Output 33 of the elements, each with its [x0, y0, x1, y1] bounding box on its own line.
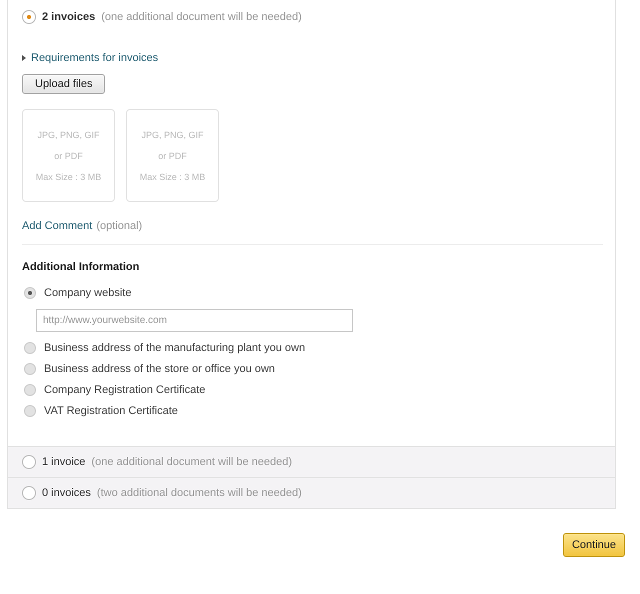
choice-label: Business address of the store or office you own: [44, 363, 275, 375]
upload-hint: JPG, PNG, GIF: [37, 130, 100, 140]
requirements-link[interactable]: Requirements for invoices: [31, 52, 158, 64]
optional-note: (optional): [96, 220, 142, 232]
choice-label: Company website: [44, 287, 132, 299]
radio-button[interactable]: [24, 384, 36, 396]
radio-button[interactable]: [24, 342, 36, 354]
caret-icon: [22, 55, 26, 61]
upload-hint: Max Size : 3 MB: [36, 172, 102, 182]
radio-button[interactable]: [24, 405, 36, 417]
choice-label: VAT Registration Certificate: [44, 405, 178, 417]
upload-hint: Max Size : 3 MB: [140, 172, 206, 182]
radio-button[interactable]: [22, 455, 36, 469]
upload-hint: JPG, PNG, GIF: [141, 130, 204, 140]
upload-hint: or PDF: [158, 150, 187, 160]
radio-button[interactable]: [22, 486, 36, 500]
add-comment-link[interactable]: Add Comment: [22, 220, 92, 232]
website-field[interactable]: http://www.yourwebsite.com: [36, 309, 353, 332]
option-note: (two additional documents will be needed): [96, 487, 302, 499]
option-note: (one additional document will be needed): [101, 11, 302, 23]
upload-hint: or PDF: [54, 150, 83, 160]
radio-button[interactable]: [24, 287, 36, 299]
radio-button[interactable]: [22, 10, 36, 24]
option-label: 1 invoice: [42, 456, 86, 468]
continue-button[interactable]: Continue: [562, 533, 625, 557]
option-label: 0 invoices: [42, 487, 91, 499]
choice-label: Business address of the manufacturing plant you own: [44, 342, 306, 354]
option-label: 2 invoices: [42, 11, 96, 23]
radio-button[interactable]: [24, 363, 36, 375]
upload-button[interactable]: Upload files: [22, 74, 106, 94]
option-note: (one additional document will be needed): [91, 456, 292, 468]
section-heading: Additional Information: [22, 261, 140, 273]
choice-label: Company Registration Certificate: [44, 384, 206, 396]
